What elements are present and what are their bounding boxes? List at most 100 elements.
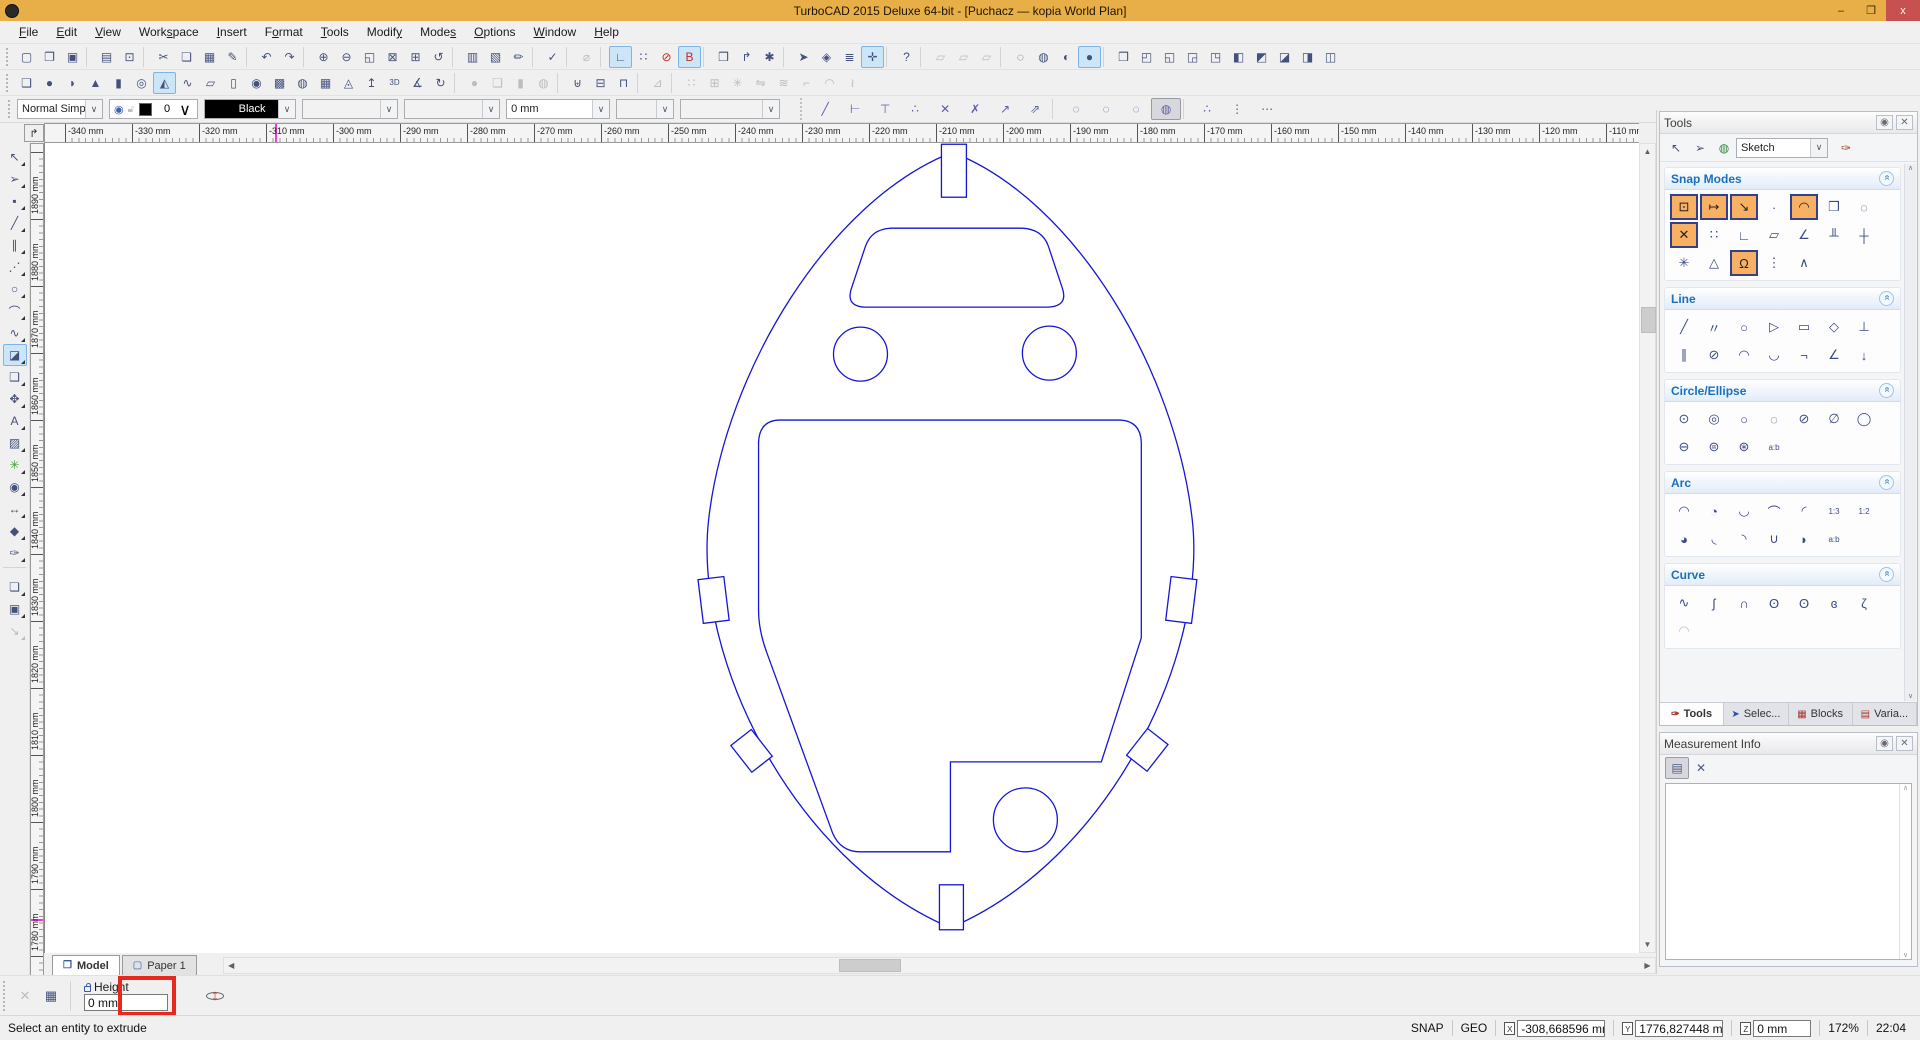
snap-on-entity-button[interactable]: ↦ [1700,194,1728,220]
line-polygon-center-button[interactable]: ○ [1730,314,1758,340]
no-snap-mini-button[interactable]: ◍ [1151,98,1181,120]
menu-modify[interactable]: Modify [358,22,411,42]
circle-tangent-2-button[interactable]: ∅ [1820,406,1848,432]
sheet-tab-model[interactable]: ❒Model [52,955,120,975]
curve-spline-points-button[interactable]: ∩ [1730,590,1758,616]
pin-icon[interactable]: ◉ [1876,115,1893,130]
scroll-right-icon[interactable]: ▶ [1640,958,1655,973]
snap-point-mini-button[interactable]: ⊤ [870,98,900,120]
line-perpendicular-arc-button[interactable]: ¬ [1790,342,1818,368]
right-hole[interactable] [1022,326,1076,380]
bottom-slot[interactable] [939,885,963,930]
line-polygon-button[interactable]: ▷ [1760,314,1788,340]
snap-divide-points-button[interactable]: ⋮ [1760,250,1788,276]
snap-toggle-button[interactable]: B [678,46,701,68]
new-file-button[interactable]: ▢ [15,46,38,68]
snap-burst-tool-button[interactable]: ✳ [3,454,27,476]
dimension-tool-button[interactable]: ↔ [3,498,27,520]
lock-icon[interactable] [84,986,91,992]
edit-node-tool-button[interactable]: ➢ [3,168,27,190]
view-iso-se-button[interactable]: ◩ [1250,46,1273,68]
close-icon[interactable]: ✕ [1896,736,1913,751]
line-divide-vector-button[interactable]: ↓ [1850,342,1878,368]
palette-tab-tools[interactable]: ✑Tools [1660,703,1724,725]
menu-format[interactable]: Format [256,22,312,42]
measurement-scrollbar[interactable]: ∧∨ [1899,784,1911,959]
menu-view[interactable]: View [86,22,130,42]
snap-solid-center-button[interactable]: ❒ [1820,194,1848,220]
plate-3d-button[interactable]: ▱ [199,72,222,94]
box-3d-button[interactable]: ❑ [15,72,38,94]
scroll-down-icon[interactable]: ▼ [1640,937,1655,952]
menu-options[interactable]: Options [465,22,524,42]
boolean-intersect-button[interactable]: ⊓ [612,72,635,94]
line-tangent-arc-button[interactable]: ◠ [1730,342,1758,368]
menu-help[interactable]: Help [585,22,628,42]
snap-point-button[interactable]: ∙ [1760,194,1788,220]
vertical-scrollbar[interactable]: ▲ ▼ [1639,143,1656,953]
curve-freehand-button[interactable]: ζ [1850,590,1878,616]
clean-wand-button[interactable]: ✱ [758,46,781,68]
top-slot[interactable] [941,144,966,197]
paste-button[interactable]: ▦ [198,46,221,68]
zoom-in-button[interactable]: ⊕ [312,46,335,68]
snap-construction-button[interactable]: ✳ [1670,250,1698,276]
line-tangent-2arcs-button[interactable]: ◡ [1760,342,1788,368]
select-by-button[interactable]: ➤ [792,46,815,68]
canopy-cutout[interactable] [850,228,1064,307]
palette-tab-selec[interactable]: ➤Selec... [1724,703,1788,725]
snap-arc-mini-button[interactable]: ◌ [1121,98,1151,120]
left-upper-notch[interactable] [698,577,729,624]
ruler-origin-button[interactable]: ↱ [24,124,44,142]
view-iso-nw-button[interactable]: ◫ [1319,46,1342,68]
spline-tool-button[interactable]: ∿ [3,322,27,344]
circle-tool-button[interactable]: ○ [3,278,27,300]
horizontal-scrollbar[interactable]: ◀ ▶ [223,957,1656,974]
snap-indicator[interactable]: SNAP [1411,1021,1444,1035]
snap-grid-button[interactable]: ∷ [1700,222,1728,248]
facet-3d-button[interactable]: ◬ [337,72,360,94]
print-preview-button[interactable]: ⊡ [118,46,141,68]
arc-start-end-button[interactable]: ◡ [1730,498,1758,524]
menu-edit[interactable]: Edit [47,22,86,42]
render-draft-button[interactable]: ◐ [1055,46,1078,68]
group-tool-button[interactable]: ❏ [3,576,27,598]
left-hole[interactable] [834,327,888,381]
circle-tangent-3-button[interactable]: ◯ [1850,406,1878,432]
measurement-report-button[interactable]: ▤ [1665,757,1689,779]
snap-quadrant-button[interactable]: ◌ [1850,194,1878,220]
zoom-window-button[interactable]: ◱ [358,46,381,68]
toolbar-grip[interactable] [8,100,12,118]
line-angular-button[interactable]: ∠ [1820,342,1848,368]
layers-tool-button[interactable]: ▣ [3,598,27,620]
spell-check-button[interactable]: ✓ [541,46,564,68]
grid-toggle-button[interactable]: ∷ [632,46,655,68]
curve-closed-spline-button[interactable]: ɞ [1820,590,1848,616]
snap-divide-vertical-button[interactable]: ╨ [1820,222,1848,248]
snap-face-button[interactable]: ▱ [1760,222,1788,248]
toolbar-grip[interactable] [3,981,7,1011]
open-palette-button[interactable]: ❒ [712,46,735,68]
main-panel-cutout[interactable] [759,420,1142,852]
palette-select-tool[interactable]: ↖ [1664,137,1688,159]
geo-indicator[interactable]: GEO [1461,1021,1488,1035]
y-coordinate-field[interactable]: 1776,827448 mm [1635,1020,1723,1037]
pen-color-dropdown[interactable]: Black∨ [204,99,296,119]
menu-tools[interactable]: Tools [312,22,358,42]
brush-tool-button[interactable]: ✑ [3,542,27,564]
palette-tab-varia[interactable]: ▤Varia... [1853,703,1917,725]
scroll-up-icon[interactable]: ▲ [1640,144,1655,159]
zoom-out-button[interactable]: ⊖ [335,46,358,68]
solid-tool-button[interactable]: ❑ [3,366,27,388]
bulkhead-drawing[interactable] [45,143,1639,953]
torus-3d-button[interactable]: ◎ [130,72,153,94]
snap-cross-mini-button[interactable]: ✗ [960,98,990,120]
arc-concentric-button[interactable]: ◔ [1700,498,1728,524]
pin-icon[interactable]: ◉ [1876,736,1893,751]
snap-divide-horizontal-button[interactable]: ┼ [1850,222,1878,248]
snap-magnetic-button[interactable]: Ω [1730,250,1758,276]
pen-lock-icon[interactable]: 🔓︎ [128,104,134,115]
palette-scrollbar[interactable]: ∧∨ [1904,164,1916,701]
circle-2point-button[interactable]: ○ [1730,406,1758,432]
line-perpendicular-button[interactable]: ⊥ [1850,314,1878,340]
